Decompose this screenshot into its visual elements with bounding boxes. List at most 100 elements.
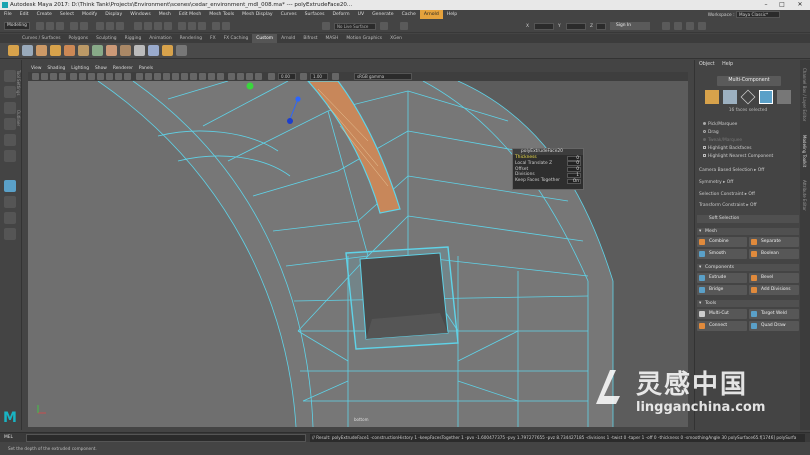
command-input[interactable]: [26, 434, 306, 442]
smooth-shade-icon[interactable]: [145, 73, 152, 80]
camera-based-selection-dropdown[interactable]: Camera Based Selection ▸ Off: [699, 168, 764, 173]
menu-deform[interactable]: Deform: [329, 10, 354, 19]
shelf-multicut-icon[interactable]: [148, 45, 159, 56]
side-tab-attribute-editor[interactable]: Attribute Editor: [802, 180, 807, 211]
shelf-extrude-icon[interactable]: [106, 45, 117, 56]
side-tab-modeling-toolkit[interactable]: Modeling Toolkit: [802, 135, 807, 167]
motion-blur-icon[interactable]: [199, 73, 206, 80]
backface-icon[interactable]: [255, 73, 262, 80]
paint-select-tool-icon[interactable]: [4, 102, 16, 114]
render-settings-icon[interactable]: [198, 22, 206, 30]
separate-button[interactable]: Separate: [749, 237, 799, 247]
y-field[interactable]: [566, 23, 586, 30]
viewport-3d[interactable]: bottom: [28, 81, 688, 427]
menu-set-dropdown[interactable]: Modeling: [4, 22, 30, 30]
x-field[interactable]: [534, 23, 554, 30]
snap-curve-icon[interactable]: [144, 22, 152, 30]
menu-mesh[interactable]: Mesh: [155, 10, 175, 19]
left-tab-outliner[interactable]: Outliner: [16, 110, 21, 126]
shelf-tab-mash[interactable]: MASH: [322, 34, 343, 43]
snap-view-plane-icon[interactable]: [164, 22, 172, 30]
tool-settings-icon[interactable]: [686, 22, 694, 30]
ipr-render-icon[interactable]: [188, 22, 196, 30]
shelf-cube-icon[interactable]: [8, 45, 19, 56]
image-plane-icon[interactable]: [59, 73, 66, 80]
option-highlight-nearest[interactable]: Highlight Nearest Component: [703, 154, 773, 159]
shelf-target-weld-icon[interactable]: [162, 45, 173, 56]
symmetry-dropdown[interactable]: Symmetry ▸ Off: [699, 180, 733, 185]
select-object-icon[interactable]: [106, 22, 114, 30]
command-language-toggle[interactable]: MEL: [4, 435, 13, 440]
shelf-plane-icon[interactable]: [50, 45, 61, 56]
shelf-delete-history-icon[interactable]: [176, 45, 187, 56]
edge-mode-icon[interactable]: [740, 89, 756, 105]
bridge-button[interactable]: Bridge: [697, 285, 747, 295]
make-live-icon[interactable]: [322, 22, 330, 30]
minimize-icon[interactable]: –: [760, 0, 772, 10]
menu-surfaces[interactable]: Surfaces: [301, 10, 329, 19]
grid-toggle-icon[interactable]: [70, 73, 77, 80]
uv-mode-icon[interactable]: [777, 90, 791, 104]
menu-select[interactable]: Select: [56, 10, 78, 19]
textured-icon[interactable]: [163, 73, 170, 80]
shelf-tab-rendering[interactable]: Rendering: [176, 34, 206, 43]
gate-mask-icon[interactable]: [97, 73, 104, 80]
target-weld-button[interactable]: Target Weld: [749, 309, 799, 319]
exposure-icon[interactable]: [268, 73, 275, 80]
menu-help[interactable]: Help: [443, 10, 461, 19]
bevel-button[interactable]: Bevel: [749, 273, 799, 283]
shelf-tab-bifrost[interactable]: Bifrost: [299, 34, 321, 43]
save-scene-icon[interactable]: [56, 22, 64, 30]
new-scene-icon[interactable]: [36, 22, 44, 30]
shadows-icon[interactable]: [181, 73, 188, 80]
open-scene-icon[interactable]: [46, 22, 54, 30]
shelf-tab-rigging[interactable]: Rigging: [121, 34, 146, 43]
toolkit-menu-object[interactable]: Object: [699, 62, 715, 67]
menu-create[interactable]: Create: [33, 10, 56, 19]
ambient-occlusion-icon[interactable]: [190, 73, 197, 80]
shelf-combine-icon[interactable]: [78, 45, 89, 56]
render-icon[interactable]: [178, 22, 186, 30]
field-chart-icon[interactable]: [106, 73, 113, 80]
option-drag[interactable]: Drag: [703, 130, 719, 135]
view-transform-dropdown[interactable]: sRGB gamma: [354, 73, 412, 80]
shelf-tab-animation[interactable]: Animation: [145, 34, 175, 43]
z-field[interactable]: [596, 23, 606, 30]
menu-curves[interactable]: Curves: [277, 10, 301, 19]
menu-windows[interactable]: Windows: [126, 10, 155, 19]
safe-title-icon[interactable]: [124, 73, 131, 80]
maximize-icon[interactable]: □: [776, 0, 788, 10]
shelf-torus-icon[interactable]: [64, 45, 75, 56]
display-render-icon[interactable]: [222, 22, 230, 30]
menu-mesh-display[interactable]: Mesh Display: [238, 10, 277, 19]
xray-icon[interactable]: [237, 73, 244, 80]
left-tab-tool-settings[interactable]: Tool Settings: [16, 70, 21, 95]
multi-component-button[interactable]: Multi-Component: [717, 76, 781, 86]
exposure-field[interactable]: 0.00: [278, 73, 296, 80]
shelf-tab-motion-graphics[interactable]: Motion Graphics: [342, 34, 386, 43]
isolate-select-icon[interactable]: [228, 73, 235, 80]
wireframe-on-shaded-icon[interactable]: [154, 73, 161, 80]
gamma-field[interactable]: 1.00: [310, 73, 328, 80]
selection-constraint-dropdown[interactable]: Selection Constraint ▸ Off: [699, 192, 755, 197]
toolkit-menu-help[interactable]: Help: [722, 62, 733, 67]
section-mesh[interactable]: Mesh: [697, 228, 799, 235]
menu-edit-mesh[interactable]: Edit Mesh: [175, 10, 205, 19]
menu-arnold[interactable]: Arnold: [419, 10, 443, 19]
connect-button[interactable]: Connect: [697, 321, 747, 331]
undo-icon[interactable]: [70, 22, 78, 30]
depth-of-field-icon[interactable]: [217, 73, 224, 80]
lasso-tool-icon[interactable]: [4, 86, 16, 98]
channel-box-icon[interactable]: [698, 22, 706, 30]
soft-selection-toggle[interactable]: Soft Selection: [697, 215, 799, 223]
section-tools[interactable]: Tools: [697, 300, 799, 307]
shelf-separate-icon[interactable]: [92, 45, 103, 56]
color-management-icon[interactable]: [332, 73, 339, 80]
face-mode-icon[interactable]: [759, 90, 773, 104]
menu-display[interactable]: Display: [101, 10, 126, 19]
rotate-tool-icon[interactable]: [4, 134, 16, 146]
menu-uv[interactable]: UV: [354, 10, 369, 19]
option-highlight-backfaces[interactable]: Highlight Backfaces: [703, 146, 752, 151]
hud-row-keep-faces-together[interactable]: Keep Faces Together On: [513, 178, 583, 184]
shelf-tab-curves-surfaces[interactable]: Curves / Surfaces: [18, 34, 65, 43]
